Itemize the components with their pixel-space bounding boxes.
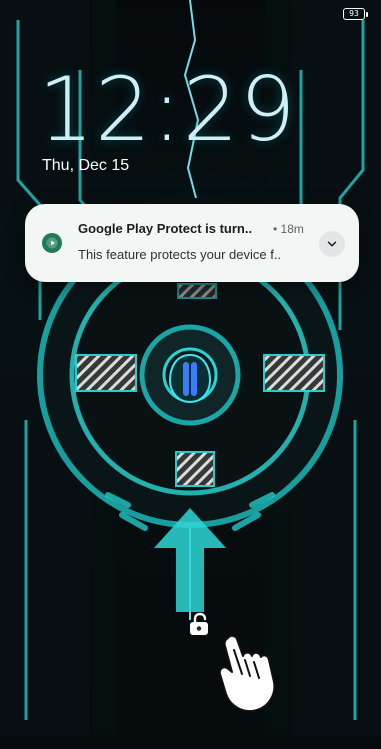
lock-date: Thu, Dec 15 (42, 157, 130, 174)
battery-level: 93 (349, 9, 359, 18)
chevron-down-icon (327, 241, 337, 247)
notification-card[interactable]: Google Play Protect is turn.. • 18m This… (25, 204, 359, 282)
lock-clock: 12:29 (38, 58, 297, 161)
unlock-icon[interactable] (185, 610, 213, 638)
play-protect-icon (42, 233, 62, 253)
notification-body: This feature protects your device f.. (78, 247, 282, 262)
bottom-bar (0, 735, 381, 749)
notification-expand-button[interactable] (319, 231, 345, 257)
lock-screen: 93 12:29 Thu, Dec 15 Google Play Protect… (0, 0, 381, 749)
notification-time: • 18m (273, 222, 304, 236)
battery-icon: 93 (343, 8, 368, 20)
pointing-hand-icon (218, 634, 276, 712)
status-bar: 93 (0, 0, 381, 28)
notification-title: Google Play Protect is turn.. (78, 221, 253, 236)
